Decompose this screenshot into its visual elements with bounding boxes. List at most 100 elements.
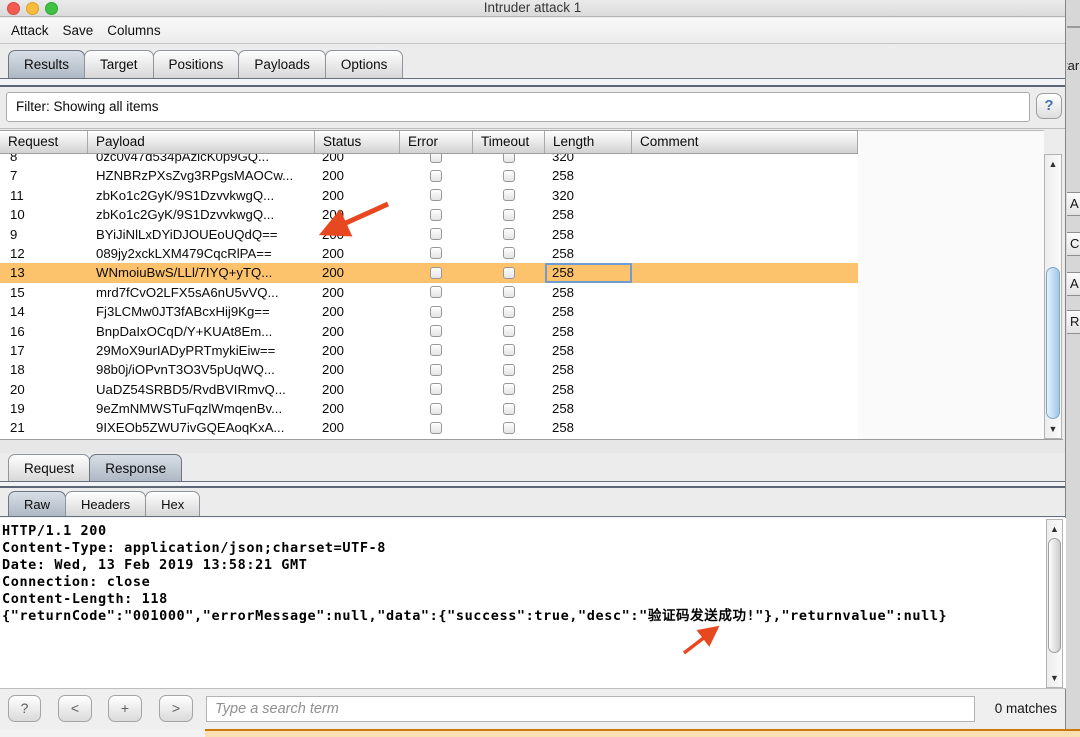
timeout-checkbox[interactable] <box>503 154 515 163</box>
table-row[interactable]: 199eZmNMWSTuFqzlWmqenBv...200258 <box>0 399 858 418</box>
tab-response[interactable]: Response <box>89 454 182 481</box>
payload-cell: 0zc0v47d534pAzicK0p9GQ... <box>96 154 310 166</box>
timeout-checkbox[interactable] <box>503 344 515 356</box>
background-partial-button[interactable]: C <box>1067 232 1080 256</box>
menu-item-attack[interactable]: Attack <box>4 18 56 44</box>
column-header-error[interactable]: Error <box>400 131 473 153</box>
timeout-checkbox[interactable] <box>503 286 515 298</box>
next-match-button[interactable]: > <box>159 695 193 722</box>
timeout-checkbox[interactable] <box>503 325 515 337</box>
table-row[interactable]: 219IXEOb5ZWU7ivGQEAoqKxA...200258 <box>0 418 858 437</box>
match-count: 0 matches <box>995 689 1057 729</box>
timeout-checkbox[interactable] <box>503 170 515 182</box>
timeout-checkbox[interactable] <box>503 422 515 434</box>
request-cell: 15 <box>10 283 25 302</box>
error-checkbox[interactable] <box>430 154 442 163</box>
error-checkbox[interactable] <box>430 364 442 376</box>
menu-item-save[interactable]: Save <box>56 18 101 44</box>
timeout-checkbox[interactable] <box>503 267 515 279</box>
error-checkbox[interactable] <box>430 286 442 298</box>
table-row[interactable]: 20UaDZ54SRBD5/RvdBVIRmvQ...200258 <box>0 380 858 399</box>
tab-positions[interactable]: Positions <box>153 50 240 78</box>
column-header-payload[interactable]: Payload <box>88 131 315 153</box>
response-scrollbar[interactable]: ▲ ▼ <box>1046 519 1063 688</box>
request-cell: 16 <box>10 322 25 341</box>
timeout-checkbox[interactable] <box>503 306 515 318</box>
background-partial-button[interactable]: R <box>1067 310 1080 334</box>
scroll-up-icon[interactable]: ▲ <box>1047 521 1062 537</box>
message-tab-bar: RequestResponse <box>0 453 1065 481</box>
tab-options[interactable]: Options <box>325 50 404 78</box>
table-row[interactable]: 80zc0v47d534pAzicK0p9GQ...200320 <box>0 154 858 166</box>
error-checkbox[interactable] <box>430 170 442 182</box>
tab-headers[interactable]: Headers <box>65 491 146 516</box>
tab-payloads[interactable]: Payloads <box>238 50 326 78</box>
error-checkbox[interactable] <box>430 209 442 221</box>
table-row[interactable]: 11zbKo1c2GyK/9S1DzvvkwgQ...200320 <box>0 186 858 205</box>
scrollbar-thumb[interactable] <box>1046 267 1060 419</box>
column-header-status[interactable]: Status <box>315 131 400 153</box>
payload-cell: 089jy2xckLXM479CqcRlPA== <box>96 244 310 263</box>
filter-bar[interactable]: Filter: Showing all items <box>6 92 1030 122</box>
results-table: 80zc0v47d534pAzicK0p9GQ...2003207HZNBRzP… <box>0 154 858 439</box>
error-checkbox[interactable] <box>430 267 442 279</box>
tab-target[interactable]: Target <box>84 50 154 78</box>
tab-raw[interactable]: Raw <box>8 491 66 516</box>
background-partial-button[interactable]: A <box>1067 272 1080 296</box>
error-checkbox[interactable] <box>430 228 442 240</box>
tab-results[interactable]: Results <box>8 50 85 78</box>
scroll-up-icon[interactable]: ▲ <box>1045 156 1061 172</box>
panel-splitter[interactable] <box>0 440 1065 453</box>
response-viewer[interactable]: HTTP/1.1 200Content-Type: application/js… <box>0 518 1066 689</box>
scrollbar-thumb[interactable] <box>1048 538 1061 653</box>
scroll-down-icon[interactable]: ▼ <box>1045 421 1061 437</box>
background-partial-button[interactable]: A <box>1067 192 1080 216</box>
table-row[interactable]: 13WNmoiuBwS/LLl/7IYQ+yTQ...200258 <box>0 263 858 282</box>
error-checkbox[interactable] <box>430 383 442 395</box>
error-checkbox[interactable] <box>430 344 442 356</box>
search-input[interactable] <box>206 696 975 722</box>
error-checkbox[interactable] <box>430 403 442 415</box>
scroll-down-icon[interactable]: ▼ <box>1047 670 1062 686</box>
table-row[interactable]: 1898b0j/iOPvnT3O3V5pUqWQ...200258 <box>0 360 858 379</box>
table-row[interactable]: 1729MoX9urIADyPRTmykiEiw==200258 <box>0 341 858 360</box>
table-row[interactable]: 14Fj3LCMw0JT3fABcxHij9Kg==200258 <box>0 302 858 321</box>
column-header-timeout[interactable]: Timeout <box>473 131 545 153</box>
table-scrollbar[interactable]: ▲ ▼ <box>1044 154 1062 439</box>
table-row[interactable]: 7HZNBRzPXsZvg3RPgsMAOCw...200258 <box>0 166 858 185</box>
timeout-checkbox[interactable] <box>503 189 515 201</box>
error-checkbox[interactable] <box>430 247 442 259</box>
error-checkbox[interactable] <box>430 325 442 337</box>
error-checkbox[interactable] <box>430 189 442 201</box>
column-header-comment[interactable]: Comment <box>632 131 858 153</box>
previous-match-button[interactable]: < <box>58 695 92 722</box>
minimize-window-icon[interactable] <box>26 2 39 15</box>
column-header-length[interactable]: Length <box>545 131 632 153</box>
request-cell: 17 <box>10 341 25 360</box>
help-button[interactable]: ? <box>1036 93 1062 119</box>
table-row[interactable]: 16BnpDaIxOCqD/Y+KUAt8Em...200258 <box>0 322 858 341</box>
timeout-checkbox[interactable] <box>503 383 515 395</box>
zoom-window-icon[interactable] <box>45 2 58 15</box>
timeout-checkbox[interactable] <box>503 247 515 259</box>
column-header-request[interactable]: Request <box>0 131 88 153</box>
table-row[interactable]: 10zbKo1c2GyK/9S1DzvvkwgQ...200258 <box>0 205 858 224</box>
error-checkbox[interactable] <box>430 422 442 434</box>
status-cell: 200 <box>322 322 344 341</box>
tab-hex[interactable]: Hex <box>145 491 200 516</box>
close-window-icon[interactable] <box>7 2 20 15</box>
timeout-checkbox[interactable] <box>503 209 515 221</box>
request-cell: 18 <box>10 360 25 379</box>
timeout-checkbox[interactable] <box>503 228 515 240</box>
expand-button[interactable]: + <box>108 695 142 722</box>
search-help-button[interactable]: ? <box>8 695 41 722</box>
timeout-checkbox[interactable] <box>503 364 515 376</box>
table-row[interactable]: 15mrd7fCvO2LFX5sA6nU5vVQ...200258 <box>0 283 858 302</box>
table-row[interactable]: 12089jy2xckLXM479CqcRlPA==200258 <box>0 244 858 263</box>
status-cell: 200 <box>322 341 344 360</box>
error-checkbox[interactable] <box>430 306 442 318</box>
menu-item-columns[interactable]: Columns <box>100 18 167 44</box>
table-row[interactable]: 9BYiJiNlLxDYiDJOUEoUQdQ==200258 <box>0 225 858 244</box>
timeout-checkbox[interactable] <box>503 403 515 415</box>
tab-request[interactable]: Request <box>8 454 90 481</box>
